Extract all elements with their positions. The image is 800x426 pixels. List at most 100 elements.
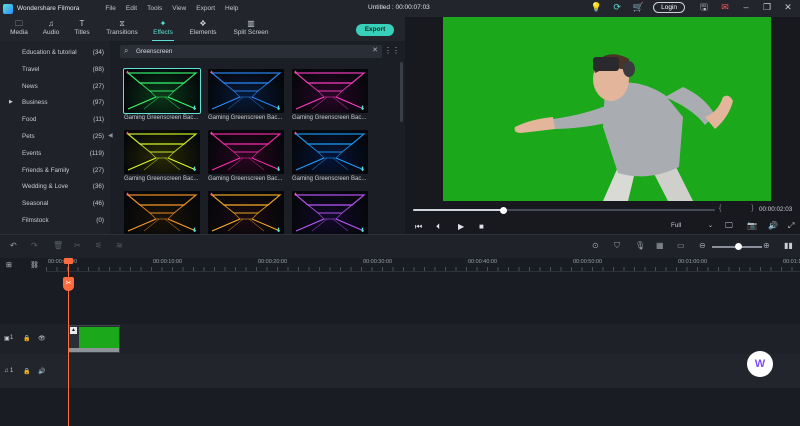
download-icon[interactable]: ⬇ (360, 227, 365, 234)
category-item[interactable]: Seasonal (46) (0, 196, 108, 211)
tab-transitions[interactable]: ⧖ Transitions (104, 19, 140, 36)
login-button[interactable]: Login (653, 1, 685, 13)
effect-thumbnail[interactable]: ♦ ⬇ (124, 191, 200, 235)
zoom-out-icon[interactable]: ⊖ (699, 241, 706, 250)
category-item[interactable]: Filmstock (0) (0, 213, 108, 228)
eye-icon[interactable]: 👁 (38, 335, 46, 342)
collapse-sidebar-icon[interactable]: ◀ (108, 132, 113, 139)
effect-thumbnail[interactable]: ♦ ⬇ (292, 69, 368, 113)
snapshot-icon[interactable]: 📷 (747, 221, 757, 230)
category-item[interactable]: Friends & Family (27) (0, 163, 108, 178)
menu-edit[interactable]: Edit (126, 5, 137, 12)
category-item[interactable]: ▶ Business (97) (0, 95, 108, 110)
download-icon[interactable]: ⬇ (360, 166, 365, 173)
audio-track[interactable] (0, 354, 800, 388)
tab-split-screen[interactable]: ▥ Split Screen (232, 19, 270, 36)
grid-view-icon[interactable]: ⋮⋮ (384, 46, 400, 55)
tab-audio[interactable]: ♫ Audio (40, 19, 62, 36)
menu-help[interactable]: Help (225, 5, 238, 12)
tab-elements[interactable]: ❖ Elements (188, 19, 218, 36)
effect-thumbnail[interactable]: ♦ ⬇ (208, 130, 284, 174)
video-clip[interactable]: ▲ (68, 325, 120, 353)
menu-export[interactable]: Export (196, 5, 215, 12)
step-back-icon[interactable]: ⏴ (436, 222, 440, 232)
speaker-icon[interactable]: 🔊 (38, 368, 45, 375)
add-track-icon[interactable]: ⊞ (6, 261, 12, 269)
tab-effects[interactable]: ✦ Effects (150, 19, 176, 42)
sync-icon[interactable]: ⟳ (611, 1, 623, 13)
undo-icon[interactable]: ↶ (10, 241, 17, 250)
effect-thumbnail[interactable]: ♦ ⬇ (124, 130, 200, 174)
tab-titles[interactable]: T Titles (72, 19, 92, 36)
preview-progress-bar[interactable] (413, 206, 715, 214)
download-icon[interactable]: ⬇ (276, 166, 281, 173)
tab-media[interactable]: 🗀 Media (8, 19, 30, 36)
zoom-in-icon[interactable]: ⊕ (763, 241, 770, 250)
download-icon[interactable]: ⬇ (276, 105, 281, 112)
microphone-icon[interactable]: 🎙 (635, 241, 645, 250)
zoom-slider-knob[interactable] (735, 243, 742, 250)
track-layout-icon[interactable]: ▮▮ (784, 241, 793, 250)
expand-arrow-icon[interactable]: ▶ (9, 95, 13, 110)
save-icon[interactable]: 🖫 (698, 1, 710, 13)
video-preview[interactable] (443, 17, 771, 201)
menu-view[interactable]: View (172, 5, 186, 12)
category-item[interactable]: Education & tutorial (34) (0, 45, 108, 60)
minimize-icon[interactable]: – (740, 1, 752, 13)
close-icon[interactable]: ✕ (782, 1, 794, 13)
previous-frame-icon[interactable]: ⏮ (415, 222, 422, 232)
clear-search-icon[interactable]: ✕ (372, 46, 378, 54)
effect-thumbnail[interactable]: ♦ ⬇ (123, 68, 201, 114)
play-icon[interactable]: ▶ (458, 222, 464, 231)
menu-tools[interactable]: Tools (147, 5, 162, 12)
download-icon[interactable]: ⬇ (360, 105, 365, 112)
marker-icon[interactable]: ⛉ (614, 241, 620, 251)
video-track[interactable] (0, 324, 800, 354)
playhead-handle-icon[interactable]: ✂ (63, 277, 74, 291)
mixer-icon[interactable]: ▦ (656, 241, 664, 250)
category-item[interactable]: Food (11) (0, 112, 108, 127)
category-item[interactable]: News (27) (0, 79, 108, 94)
delete-icon[interactable]: 🗑 (53, 241, 63, 250)
effect-label: Gaming Greenscreen Bac... (124, 176, 199, 182)
fullscreen-icon[interactable]: ⤢ (788, 221, 794, 231)
link-icon[interactable]: ⛓ (30, 261, 39, 269)
stop-icon[interactable]: ■ (479, 222, 484, 231)
download-icon[interactable]: ⬇ (276, 227, 281, 234)
download-icon[interactable]: ⬇ (192, 227, 197, 234)
effect-thumbnail[interactable]: ♦ ⬇ (208, 191, 284, 235)
download-icon[interactable]: ⬇ (192, 105, 197, 112)
download-icon[interactable]: ⬇ (192, 166, 197, 173)
render-icon[interactable]: ⊙ (592, 241, 599, 250)
category-item[interactable]: Events (119) (0, 146, 108, 161)
lock-icon[interactable]: 🔒 (23, 335, 30, 342)
cut-icon[interactable]: ✂ (74, 241, 81, 250)
caption-icon[interactable]: ▭ (677, 241, 685, 250)
wondershare-assistant-icon[interactable]: W (747, 351, 773, 377)
maximize-icon[interactable]: ❐ (761, 1, 773, 13)
timeline-ruler[interactable]: 00:00:00:00 00:00:10:00 00:00:20:00 00:00:3… (46, 258, 800, 272)
redo-icon[interactable]: ↷ (31, 241, 38, 250)
audio-wave-icon[interactable]: ≋ (116, 241, 123, 250)
volume-icon[interactable]: 🔊 (768, 221, 778, 230)
progress-knob[interactable] (500, 206, 508, 214)
effects-scrollbar[interactable] (400, 62, 403, 122)
quality-select[interactable]: Full ⌄ (671, 222, 715, 232)
effect-thumbnail[interactable]: ♦ ⬇ (292, 130, 368, 174)
cart-icon[interactable]: 🛒 (632, 1, 644, 13)
effect-thumbnail[interactable]: ♦ ⬇ (208, 69, 284, 113)
lightbulb-icon[interactable]: 💡 (590, 1, 602, 13)
export-button[interactable]: Export (356, 24, 394, 36)
ruler-label: 00:01:10:00 (783, 259, 800, 265)
search-input[interactable] (136, 46, 366, 57)
category-item[interactable]: Wedding & Love (36) (0, 179, 108, 194)
monitor-icon[interactable]: 🖵 (725, 221, 733, 231)
menu-file[interactable]: File (105, 5, 115, 12)
adjust-icon[interactable]: ⚟ (95, 241, 102, 250)
mail-icon[interactable]: ✉ (719, 1, 731, 13)
category-item[interactable]: Travel (88) (0, 62, 108, 77)
category-item[interactable]: Pets (25) (0, 129, 108, 144)
effect-thumbnail[interactable]: ♦ ⬇ (292, 191, 368, 235)
lock-icon[interactable]: 🔒 (23, 368, 30, 375)
playhead-top[interactable] (64, 258, 73, 264)
